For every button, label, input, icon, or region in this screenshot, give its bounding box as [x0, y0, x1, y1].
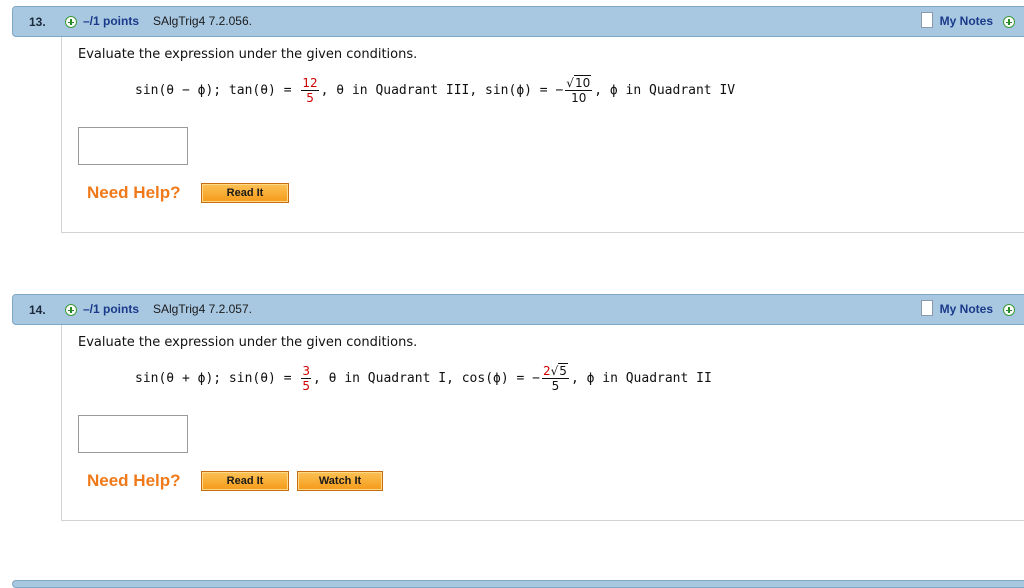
answer-input[interactable]	[78, 127, 188, 165]
my-notes-link[interactable]: My Notes	[940, 302, 993, 316]
expr-part-1: sin(θ − ϕ); tan(θ) =	[135, 83, 300, 98]
notes-page-icon[interactable]	[921, 300, 933, 316]
my-notes-link[interactable]: My Notes	[940, 14, 993, 28]
math-expression: sin(θ + ϕ); sin(θ) = 35, θ in Quadrant I…	[135, 363, 712, 393]
fraction-denominator: 5	[306, 91, 314, 105]
need-help-label: Need Help?	[87, 471, 181, 490]
need-help-label: Need Help?	[87, 183, 181, 202]
add-note-plus-icon[interactable]	[1003, 16, 1015, 28]
expand-plus-icon[interactable]	[65, 304, 77, 316]
fraction-denominator: 10	[571, 91, 587, 105]
fraction-numerator: √10	[565, 75, 593, 91]
question-prompt: Evaluate the expression under the given …	[78, 47, 418, 62]
fraction-denominator: 5	[551, 379, 560, 393]
points-label: –/1 points	[83, 302, 140, 316]
fraction-numerator: 2√5	[542, 363, 569, 379]
math-expression: sin(θ − ϕ); tan(θ) = 12 5, θ in Quadrant …	[135, 75, 736, 105]
expr-part-1: sin(θ + ϕ); sin(θ) =	[135, 371, 300, 386]
next-question-header-edge	[12, 580, 1024, 588]
sqrt-radicand: 5	[558, 363, 568, 378]
fraction-cos: 2√5 5	[542, 363, 569, 393]
add-note-plus-icon[interactable]	[1003, 304, 1015, 316]
question-header: 13. –/1 points SAlgTrig4 7.2.056. My Not…	[12, 6, 1024, 37]
expr-part-3: , ϕ in Quadrant IV	[594, 83, 736, 98]
sqrt-radicand: 10	[573, 75, 592, 90]
fraction-sin: √10 10	[565, 75, 593, 105]
expr-part-3: , ϕ in Quadrant II	[570, 371, 712, 386]
question-body: Evaluate the expression under the given …	[61, 325, 1024, 521]
read-it-button[interactable]: Read It	[201, 183, 289, 203]
fraction-sin: 35	[301, 364, 312, 393]
sqrt-symbol: √5	[550, 363, 568, 378]
watch-it-button[interactable]: Watch It	[297, 471, 383, 491]
question-header: 14. –/1 points SAlgTrig4 7.2.057. My Not…	[12, 294, 1024, 325]
fraction-numerator: 12	[301, 76, 319, 91]
answer-input[interactable]	[78, 415, 188, 453]
notes-page-icon[interactable]	[921, 12, 933, 28]
expr-part-2: , θ in Quadrant III, sin(ϕ) = −	[320, 83, 564, 98]
source-label: SAlgTrig4 7.2.056.	[153, 14, 252, 28]
fraction-numerator: 3	[301, 364, 312, 379]
fraction-denominator: 5	[302, 379, 311, 393]
sqrt-symbol: √10	[566, 75, 592, 90]
question-body: Evaluate the expression under the given …	[61, 37, 1024, 233]
coefficient: 2	[543, 364, 551, 378]
question-prompt: Evaluate the expression under the given …	[78, 335, 418, 350]
question-number: 14.	[29, 303, 46, 317]
question-number: 13.	[29, 15, 46, 29]
source-label: SAlgTrig4 7.2.057.	[153, 302, 252, 316]
points-label: –/1 points	[83, 14, 140, 28]
expand-plus-icon[interactable]	[65, 16, 77, 28]
read-it-button[interactable]: Read It	[201, 471, 289, 491]
expr-part-2: , θ in Quadrant I, cos(ϕ) = −	[313, 371, 540, 386]
fraction-tan: 12 5	[301, 76, 319, 105]
